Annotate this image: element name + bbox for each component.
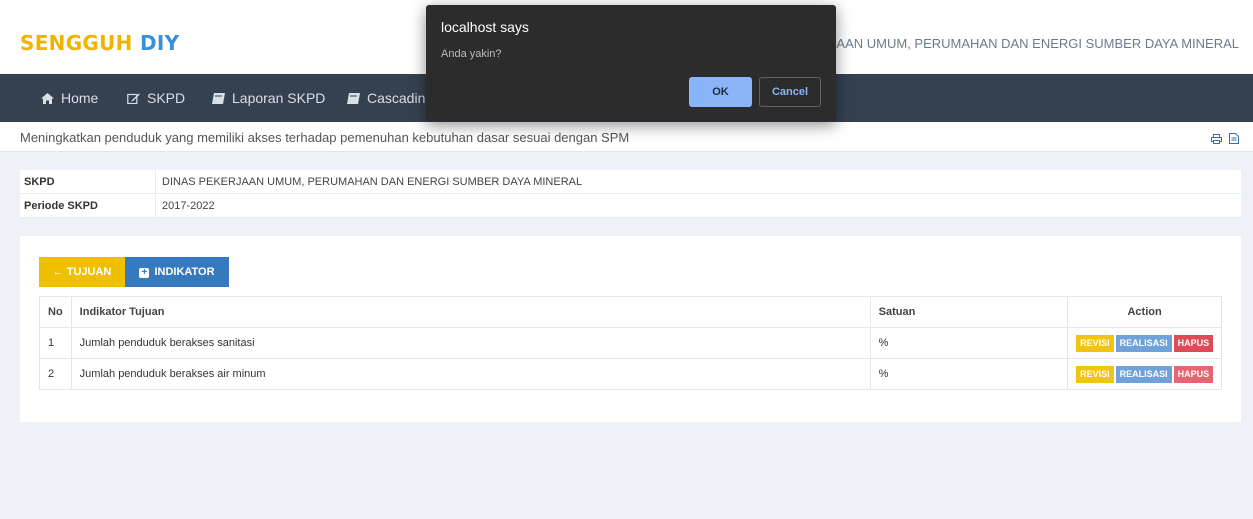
cell-indikator: Jumlah penduduk berakses sanitasi [70, 327, 871, 359]
column-header-satuan: Satuan [869, 296, 1069, 328]
nav-item-label: Cascading [367, 90, 434, 106]
cancel-button[interactable]: Cancel [759, 77, 821, 107]
nav-item-skpd[interactable]: SKPD [127, 74, 185, 122]
home-icon [41, 93, 54, 104]
hapus-button[interactable]: HAPUS [1173, 365, 1214, 383]
divider [155, 194, 156, 218]
print-icon[interactable] [1210, 134, 1222, 144]
realisasi-button[interactable]: REALISASI [1115, 334, 1172, 352]
edit-icon [127, 93, 140, 104]
plus-square-icon: + [139, 268, 150, 278]
brand-name: SENGGUH [20, 31, 133, 55]
cell-indikator: Jumlah penduduk berakses air minum [70, 358, 871, 390]
cell-no: 2 [39, 358, 72, 390]
info-key: SKPD [24, 176, 55, 188]
ok-button[interactable]: OK [689, 77, 752, 107]
add-indikator-button[interactable]: + INDIKATOR [125, 257, 229, 287]
nav-item-label: Home [61, 90, 99, 106]
info-key: Periode SKPD [24, 200, 98, 212]
indikator-table: No Indikator Tujuan Satuan Action 1 Juml… [39, 296, 1222, 390]
realisasi-button[interactable]: REALISASI [1115, 365, 1172, 383]
dialog-message: Anda yakin? [441, 48, 502, 60]
column-header-no: No [39, 296, 72, 328]
skpd-info-card: SKPD DINAS PEKERJAAN UMUM, PERUMAHAN DAN… [20, 170, 1241, 218]
book-icon [347, 93, 360, 104]
table-row: 2 Jumlah penduduk berakses air minum % R… [39, 358, 1222, 390]
info-value: DINAS PEKERJAAN UMUM, PERUMAHAN DAN ENER… [162, 176, 583, 188]
nav-item-label: SKPD [147, 90, 186, 106]
revisi-button[interactable]: REVISI [1076, 334, 1114, 352]
arrow-left-icon: ← [52, 266, 64, 278]
nav-item-label: Laporan SKPD [232, 90, 326, 106]
cell-no: 1 [39, 327, 72, 359]
dialog-title: localhost says [441, 19, 529, 35]
export-icon[interactable] [1229, 133, 1239, 144]
revisi-button[interactable]: REVISI [1076, 365, 1114, 383]
info-value: 2017-2022 [162, 200, 215, 212]
hapus-button[interactable]: HAPUS [1173, 334, 1214, 352]
confirm-dialog: localhost says Anda yakin? OK Cancel [426, 5, 836, 121]
button-label: TUJUAN [66, 266, 112, 278]
info-row: SKPD DINAS PEKERJAAN UMUM, PERUMAHAN DAN… [20, 170, 1241, 194]
info-row: Periode SKPD 2017-2022 [20, 194, 1241, 218]
app-logo[interactable]: SENGGUH DIY [20, 31, 179, 55]
nav-item-laporan-skpd[interactable]: Laporan SKPD [212, 74, 325, 122]
book-icon [212, 93, 225, 104]
cell-satuan: % [869, 327, 1069, 359]
nav-item-home[interactable]: Home [41, 74, 98, 122]
page-title: Meningkatkan penduduk yang memiliki akse… [20, 130, 630, 145]
indikator-card: ← TUJUAN + INDIKATOR No Indikator Tujuan … [20, 236, 1241, 422]
page-heading-bar: Meningkatkan penduduk yang memiliki akse… [0, 122, 1253, 152]
table-row: 1 Jumlah penduduk berakses sanitasi % RE… [39, 327, 1222, 359]
cell-satuan: % [869, 358, 1069, 390]
column-header-action: Action [1067, 296, 1222, 328]
table-header-row: No Indikator Tujuan Satuan Action [39, 296, 1222, 328]
column-header-indikator: Indikator Tujuan [70, 296, 871, 328]
divider [155, 170, 156, 194]
nav-item-cascading[interactable]: Cascading [347, 74, 433, 122]
cell-actions: REVISI REALISASI HAPUS [1067, 358, 1222, 390]
brand-region: DIY [139, 31, 180, 55]
page-tools [1208, 131, 1239, 149]
cell-actions: REVISI REALISASI HAPUS [1067, 327, 1222, 359]
back-tujuan-button[interactable]: ← TUJUAN [39, 257, 125, 287]
button-label: INDIKATOR [154, 266, 215, 278]
